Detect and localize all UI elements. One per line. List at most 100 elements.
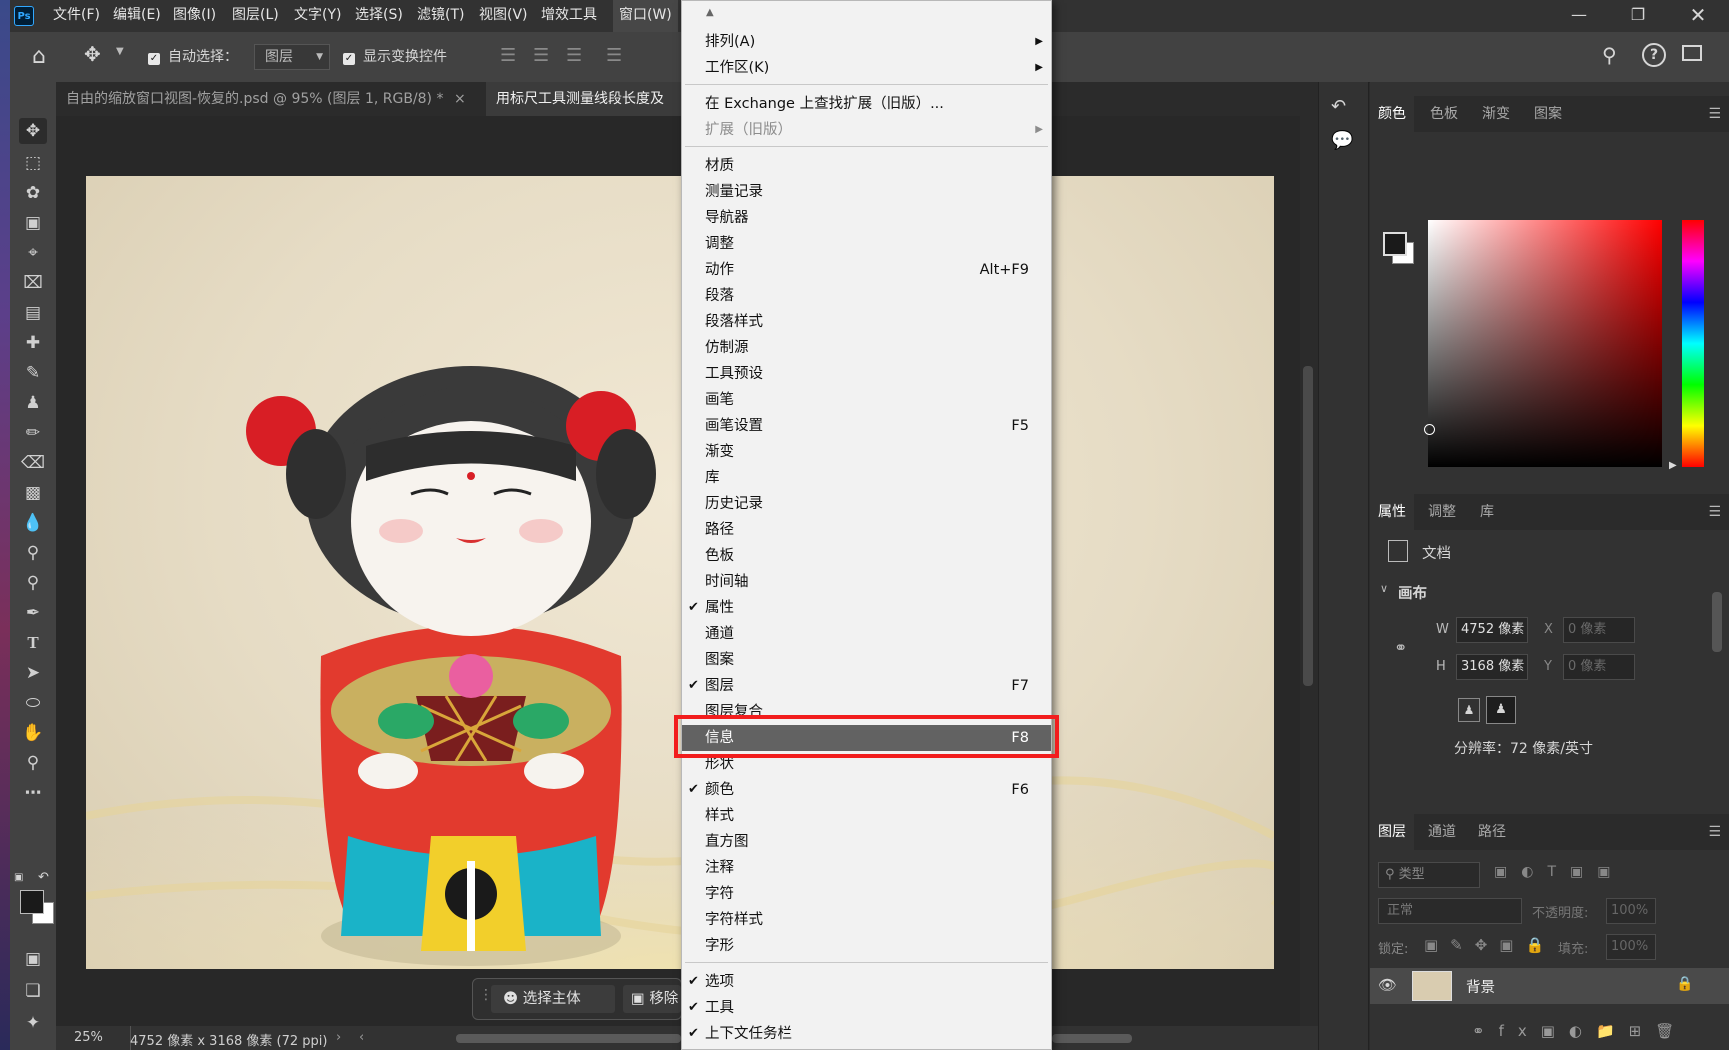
sponge-tool-icon[interactable]: ⚲	[19, 570, 47, 596]
panel-menu-icon[interactable]: ☰	[1708, 824, 1721, 840]
comments-panel-icon[interactable]: 💬	[1331, 130, 1353, 151]
frame-tool-icon[interactable]: ⌧	[19, 270, 47, 296]
select-subject-button[interactable]: ☻ 选择主体	[491, 985, 615, 1013]
panel-menu-icon[interactable]: ☰	[1708, 106, 1721, 122]
menu-item[interactable]: 字形	[682, 933, 1051, 959]
menu-item[interactable]: 工作区(K) ▶	[682, 55, 1051, 81]
swap-colors-icon[interactable]: ↶	[38, 870, 49, 885]
gradient-tool-icon[interactable]: ▩	[19, 480, 47, 506]
move-tool-icon[interactable]: ✥	[84, 42, 101, 66]
tab-paths[interactable]: 路径	[1470, 814, 1514, 850]
marquee-tool-icon[interactable]: ⬚	[19, 150, 47, 176]
menu-item[interactable]: 段落	[682, 283, 1051, 309]
blur-tool-icon[interactable]: 💧	[19, 510, 47, 536]
layer-name[interactable]: 背景	[1466, 976, 1495, 997]
menu-item[interactable]: 图案	[682, 647, 1051, 673]
hue-slider-handle[interactable]: ▶	[1669, 460, 1677, 471]
minimize-icon[interactable]: —	[1557, 0, 1601, 32]
close-icon[interactable]: ✕	[1676, 0, 1720, 32]
zoom-level[interactable]: 25%	[74, 1030, 103, 1045]
default-colors-icon[interactable]: ▣	[14, 872, 23, 883]
distribute-icon[interactable]: ☰	[606, 45, 622, 66]
menu-item[interactable]: 扩展（旧版） ▶	[682, 117, 1051, 143]
menu-select[interactable]: 选择(S)	[349, 0, 409, 32]
menu-item[interactable]: 色板	[682, 543, 1051, 569]
healing-brush-icon[interactable]: ✚	[19, 330, 47, 356]
stamp-tool-icon[interactable]: ♟	[19, 390, 47, 416]
y-field[interactable]: 0 像素	[1563, 654, 1635, 680]
type-tool-icon[interactable]: T	[19, 630, 47, 656]
tab-doc-1[interactable]: 自由的缩放窗口视图-恢复的.psd @ 95% (图层 1, RGB/8) * …	[56, 82, 486, 116]
search-icon[interactable]: ⚲	[1602, 43, 1617, 67]
menu-item[interactable]: 字符	[682, 881, 1051, 907]
tab-color[interactable]: 颜色	[1370, 96, 1414, 132]
object-select-tool-icon[interactable]: ▣	[19, 210, 47, 236]
horizontal-scroll-thumb[interactable]	[456, 1034, 681, 1043]
chevron-left-icon[interactable]: ‹	[359, 1030, 364, 1045]
properties-scroll-thumb[interactable]	[1712, 592, 1722, 652]
quick-mask-icon[interactable]: ▣	[19, 946, 47, 972]
ellipse-tool-icon[interactable]: ⬭	[19, 690, 47, 716]
menu-item[interactable]: 仿制源	[682, 335, 1051, 361]
tab-gradients[interactable]: 渐变	[1474, 96, 1518, 132]
layer-filter-dropdown[interactable]: ⚲ 类型	[1378, 862, 1480, 888]
tab-patterns[interactable]: 图案	[1526, 96, 1570, 132]
zoom-tool-icon[interactable]: ⚲	[19, 750, 47, 776]
ruler-tool-icon[interactable]: ▤	[19, 300, 47, 326]
hand-tool-icon[interactable]: ✋	[19, 720, 47, 746]
menu-item[interactable]: ✔ 上下文任务栏	[682, 1021, 1051, 1047]
scroll-thumb[interactable]	[1303, 366, 1313, 686]
auto-select-checkbox[interactable]: ✓	[148, 50, 160, 65]
menu-item[interactable]: 注释	[682, 855, 1051, 881]
tab-layers[interactable]: 图层	[1370, 814, 1414, 850]
height-field[interactable]: 3168 像素	[1456, 654, 1528, 680]
foreground-color-swatch[interactable]	[20, 890, 44, 914]
crop-tool-icon[interactable]: ⌖	[19, 240, 47, 266]
path-select-icon[interactable]: ➤	[19, 660, 47, 686]
history-panel-icon[interactable]: ↶	[1331, 96, 1346, 117]
layer-row-background[interactable]: 👁 背景 🔒	[1370, 968, 1729, 1004]
menu-view[interactable]: 视图(V)	[473, 0, 534, 32]
menu-item[interactable]: 工具预设	[682, 361, 1051, 387]
pen-tool-icon[interactable]: ✒	[19, 600, 47, 626]
foreground-swatch[interactable]	[1383, 232, 1407, 256]
menu-item[interactable]: 通道	[682, 621, 1051, 647]
menu-item[interactable]: 路径	[682, 517, 1051, 543]
opacity-field[interactable]: 100%	[1606, 898, 1656, 924]
menu-image[interactable]: 图像(I)	[167, 0, 222, 32]
menu-file[interactable]: 文件(F)	[47, 0, 106, 32]
tab-adjustments[interactable]: 调整	[1420, 494, 1464, 530]
menu-item[interactable]: 在 Exchange 上查找扩展（旧版）...	[682, 91, 1051, 117]
show-transform-checkbox[interactable]: ✓	[343, 50, 355, 65]
menu-filter[interactable]: 滤镜(T)	[411, 0, 470, 32]
menu-item[interactable]: 导航器	[682, 205, 1051, 231]
menu-item[interactable]: 直方图	[682, 829, 1051, 855]
layer-actions[interactable]: ⚭fx▣◐📁⊞🗑	[1472, 1022, 1688, 1040]
tab-channels[interactable]: 通道	[1420, 814, 1464, 850]
menu-item[interactable]: 库	[682, 465, 1051, 491]
x-field[interactable]: 0 像素	[1563, 617, 1635, 643]
document-info[interactable]: 4752 像素 x 3168 像素 (72 ppi)	[130, 1030, 327, 1049]
help-icon[interactable]: ?	[1642, 43, 1666, 67]
horizontal-scroll-thumb-right[interactable]	[1052, 1034, 1132, 1043]
landscape-icon[interactable]: ♟	[1486, 696, 1516, 724]
menu-item[interactable]: 字符样式	[682, 907, 1051, 933]
align-left-icon[interactable]: ☰	[500, 45, 516, 66]
menu-item[interactable]: 历史记录	[682, 491, 1051, 517]
align-right-icon[interactable]: ☰	[566, 45, 582, 66]
menu-type[interactable]: 文字(Y)	[288, 0, 347, 32]
scroll-up-icon[interactable]: ▲	[706, 7, 714, 18]
width-field[interactable]: 4752 像素	[1456, 617, 1528, 643]
menu-item[interactable]: 段落样式	[682, 309, 1051, 335]
quick-select-tool-icon[interactable]: ✿	[19, 180, 47, 206]
menu-window[interactable]: 窗口(W)	[613, 0, 678, 32]
chevron-down-icon[interactable]: ▼	[116, 46, 124, 57]
restore-icon[interactable]: ❐	[1616, 0, 1660, 32]
document-image[interactable]	[86, 176, 1274, 969]
menu-item[interactable]: ✔ 图层 F7	[682, 673, 1051, 699]
menu-item[interactable]: 渐变	[682, 439, 1051, 465]
chevron-right-icon[interactable]: ›	[336, 1030, 341, 1045]
menu-item[interactable]: 排列(A) ▶	[682, 29, 1051, 55]
tab-libraries[interactable]: 库	[1472, 494, 1502, 530]
eraser-tool-icon[interactable]: ⌫	[19, 450, 47, 476]
